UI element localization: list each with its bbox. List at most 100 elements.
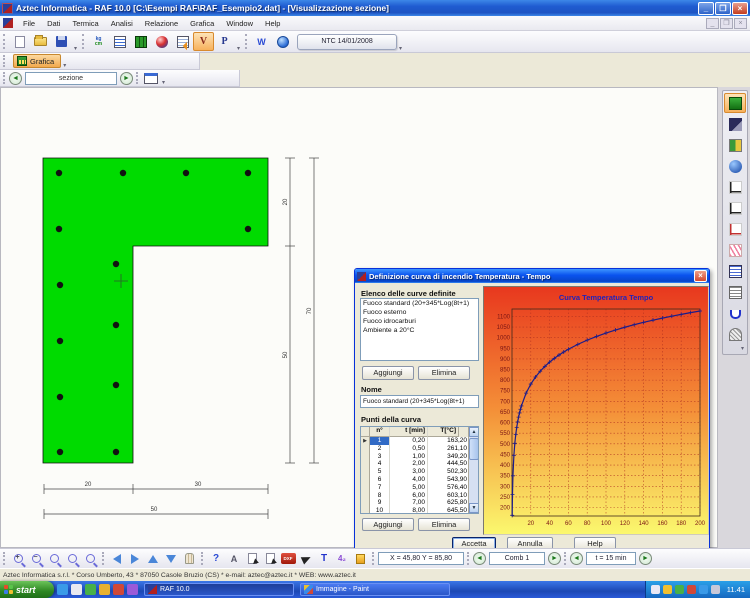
tray-icon[interactable] — [675, 585, 684, 594]
table-cell[interactable]: 6,00 — [390, 492, 428, 500]
table-cell[interactable]: 349,20 — [428, 453, 469, 461]
table-row[interactable]: 86,00603,10 — [361, 492, 478, 500]
view-selector-field[interactable]: sezione — [25, 72, 117, 85]
axes-red-button[interactable] — [724, 219, 746, 239]
task-raf[interactable]: RAF 10.0 — [144, 583, 294, 596]
table-cell[interactable]: 5 — [370, 468, 390, 476]
load-table-button[interactable] — [172, 32, 193, 51]
section-view-button[interactable] — [724, 93, 746, 113]
section-geometry-button[interactable] — [130, 32, 151, 51]
menu-item-window[interactable]: Window — [220, 17, 259, 30]
verify-button[interactable]: V — [193, 32, 214, 51]
table-cell[interactable]: 7 — [370, 484, 390, 492]
curves-listbox[interactable]: Fuoco standard (20+345*Log(8t+1)Fuoco es… — [360, 298, 479, 361]
mdi-close-button[interactable]: × — [734, 18, 747, 29]
materials-view-button[interactable] — [724, 114, 746, 134]
volume-icon[interactable] — [711, 585, 720, 594]
table-cell[interactable]: 7,00 — [390, 499, 428, 507]
tray-icon[interactable] — [663, 585, 672, 594]
curve-list-item[interactable]: Fuoco standard (20+345*Log(8t+1) — [361, 299, 478, 308]
table-scrollbar[interactable]: ▲ ▼ — [468, 427, 478, 513]
domain-button[interactable] — [724, 303, 746, 323]
table-row[interactable]: 53,00502,30 — [361, 468, 478, 476]
table-row[interactable]: 97,00625,80 — [361, 499, 478, 507]
zoom-window-button[interactable] — [45, 551, 63, 566]
curve-list-item[interactable]: Ambiente a 20°C — [361, 326, 478, 335]
points-table[interactable]: n° t [min] T[°C] ▶10,20163,2020,50261,10… — [360, 426, 479, 514]
toolbar-grip[interactable] — [3, 55, 6, 66]
table-cell[interactable]: 4 — [370, 460, 390, 468]
mdi-minimize-button[interactable]: _ — [706, 18, 719, 29]
table-row[interactable]: 31,00349,20 — [361, 453, 478, 461]
table-cell[interactable]: 1 — [370, 437, 390, 445]
dialog-close-button[interactable]: × — [694, 270, 707, 282]
table-row[interactable]: 20,50261,10 — [361, 445, 478, 453]
zoom-previous-button[interactable] — [81, 551, 99, 566]
task-paint[interactable]: Immagine - Paint — [300, 583, 450, 596]
add-point-button[interactable]: Aggiungi — [362, 518, 414, 531]
table-cell[interactable]: 0,20 — [390, 437, 428, 445]
delete-point-button[interactable]: Elimina — [418, 518, 470, 531]
toolbar-grip[interactable] — [3, 34, 6, 49]
menu-item-termica[interactable]: Termica — [66, 17, 104, 30]
dialog-title-bar[interactable]: Definizione curva di incendio Temperatur… — [355, 269, 709, 283]
prev-combination-button[interactable]: ◄ — [473, 552, 486, 565]
tray-icon[interactable] — [687, 585, 696, 594]
toolbar-overflow-chevron[interactable]: ▾ — [741, 345, 744, 352]
table-cell[interactable]: 8,00 — [390, 507, 428, 514]
menu-item-help[interactable]: Help — [259, 17, 286, 30]
pan-right-button[interactable] — [126, 551, 144, 566]
new-file-button[interactable] — [9, 32, 30, 51]
annotate-button[interactable]: A — [225, 551, 243, 566]
scroll-thumb[interactable] — [469, 438, 479, 460]
prev-time-button[interactable]: ◄ — [570, 552, 583, 565]
menu-item-relazione[interactable]: Relazione — [139, 17, 184, 30]
table-cell[interactable]: 543,90 — [428, 476, 469, 484]
scroll-up-icon[interactable]: ▲ — [469, 427, 479, 437]
menu-item-dati[interactable]: Dati — [41, 17, 66, 30]
toolbar-grip[interactable] — [82, 34, 85, 49]
toolbar-grip[interactable] — [102, 552, 105, 565]
table-cell[interactable]: 2,00 — [390, 460, 428, 468]
table-cell[interactable]: 0,50 — [390, 445, 428, 453]
materials-button[interactable] — [151, 32, 172, 51]
toolbar-grip[interactable] — [3, 72, 6, 83]
time-field[interactable]: t = 15 min — [586, 552, 636, 565]
window-list-button[interactable] — [142, 71, 160, 86]
axes-m-button[interactable] — [724, 198, 746, 218]
restore-button[interactable]: ❐ — [715, 2, 731, 15]
highlight-button[interactable] — [351, 551, 369, 566]
toolbar-grip[interactable] — [201, 552, 204, 565]
toolbar-grip[interactable] — [564, 552, 567, 565]
quicklaunch-app3-icon[interactable] — [113, 584, 124, 595]
toolbar-grip[interactable] — [245, 34, 248, 49]
quicklaunch-app2-icon[interactable] — [99, 584, 110, 595]
next-time-button[interactable]: ► — [639, 552, 652, 565]
combination-field[interactable]: Comb 1 — [489, 552, 545, 565]
pan-down-button[interactable] — [162, 551, 180, 566]
next-view-button[interactable]: ► — [120, 72, 133, 85]
results-table-button[interactable] — [724, 261, 746, 281]
next-combination-button[interactable]: ► — [548, 552, 561, 565]
toolbar-overflow-chevron[interactable]: ▾ — [162, 79, 165, 86]
open-file-button[interactable] — [30, 32, 51, 51]
help-context-button[interactable]: ? — [207, 551, 225, 566]
menu-item-grafica[interactable]: Grafica — [184, 17, 220, 30]
web-button[interactable] — [272, 32, 293, 51]
curve-name-input[interactable]: Fuoco standard (20+345*Log(8t+1) — [360, 395, 479, 408]
export-dxf-button[interactable]: DXF — [279, 551, 297, 566]
tray-icon[interactable] — [699, 585, 708, 594]
start-button[interactable]: start — [0, 581, 54, 598]
ntc-norm-button[interactable]: NTC 14/01/2008 — [297, 34, 397, 50]
pan-left-button[interactable] — [108, 551, 126, 566]
table-cell[interactable]: 576,40 — [428, 484, 469, 492]
toolbar-grip[interactable] — [372, 552, 375, 565]
table-cell[interactable]: 163,20 — [428, 437, 469, 445]
close-button[interactable]: × — [732, 2, 748, 15]
pick-entity-button[interactable] — [243, 551, 261, 566]
table-cell[interactable]: 3,00 — [390, 468, 428, 476]
table-cell[interactable]: 2 — [370, 445, 390, 453]
layers-button[interactable] — [724, 135, 746, 155]
pick-point-button[interactable] — [261, 551, 279, 566]
quicklaunch-ie-icon[interactable] — [57, 584, 68, 595]
